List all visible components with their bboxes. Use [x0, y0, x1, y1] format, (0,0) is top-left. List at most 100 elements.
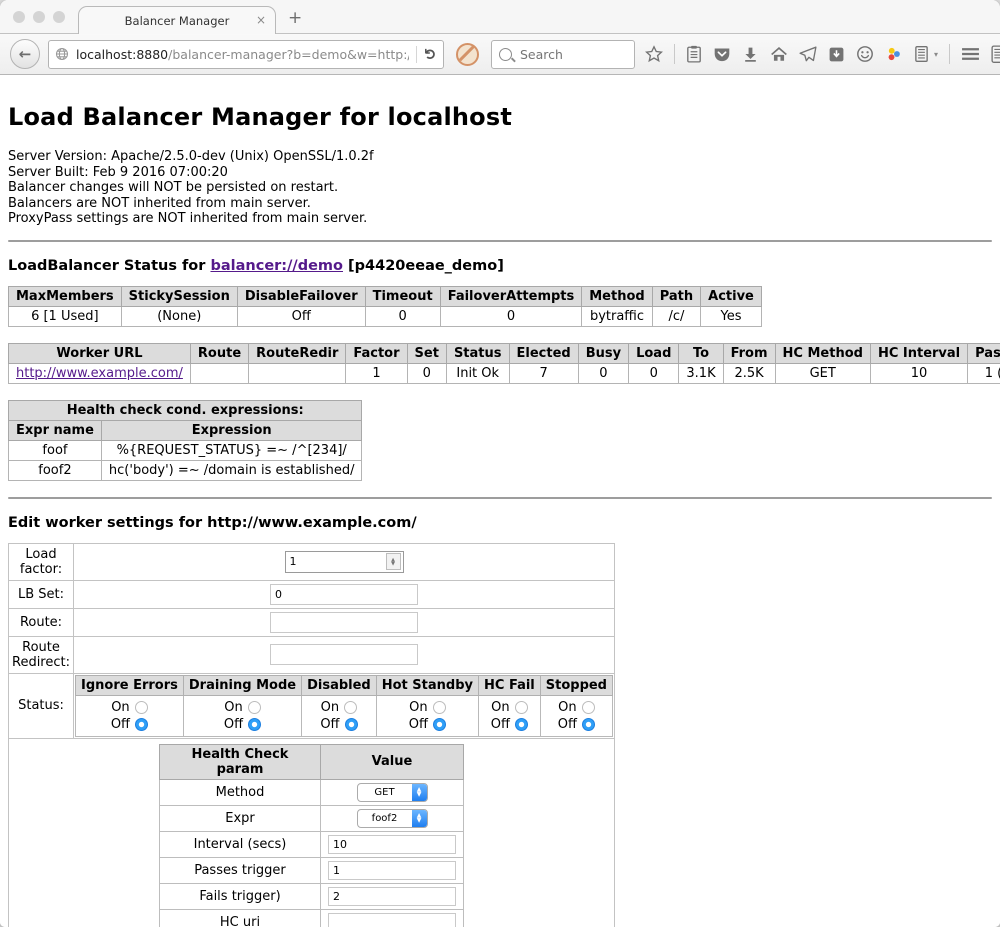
expr-label: Expr	[160, 805, 321, 831]
balancer-status-row: 6 [1 Used] (None) Off 0 0 bytraffic /c/ …	[9, 306, 762, 326]
tab-title: Balancer Manager	[125, 14, 230, 28]
new-tab-button[interactable]: +	[288, 8, 302, 28]
tab-balancer-manager[interactable]: Balancer Manager ×	[78, 6, 276, 34]
expr-row: foof %{REQUEST_STATUS} =~ /^[234]/	[9, 440, 362, 460]
chat-smiley-icon[interactable]	[856, 45, 874, 63]
select-stepper-icon: ▲▼	[412, 810, 427, 827]
status-ignore-errors: On Off	[76, 695, 184, 736]
search-bar[interactable]	[491, 40, 635, 69]
route-redirect-row: Route Redirect:	[9, 636, 615, 673]
blocked-content-icon[interactable]	[456, 43, 479, 66]
close-tab-icon[interactable]: ×	[256, 13, 266, 27]
back-button[interactable]: ←	[10, 39, 40, 69]
balancer-demo-link[interactable]: balancer://demo	[210, 258, 343, 274]
url-domain: localhost:8880	[76, 47, 168, 62]
expr-table-title: Health check cond. expressions:	[9, 400, 362, 420]
status-table: Ignore Errors Draining Mode Disabled Hot…	[75, 675, 613, 737]
number-stepper-icon[interactable]: ▲▼	[386, 553, 401, 570]
lb-set-label: LB Set:	[9, 580, 74, 608]
status-row: Status: Ignore Errors Draining Mode Disa…	[9, 673, 615, 738]
hc-uri-label: HC uri	[160, 909, 321, 927]
balancer-status-table: MaxMembers StickySession DisableFailover…	[8, 286, 762, 327]
radio-ignore-errors-off[interactable]	[135, 718, 148, 731]
divider	[8, 497, 992, 499]
interval-input[interactable]	[328, 835, 456, 854]
browser-window: Balancer Manager × + ← localhost:8880 /b…	[0, 0, 1000, 927]
health-check-param-row: Health Check param Value Method GET▲▼ Ex…	[9, 738, 615, 927]
route-redirect-input[interactable]	[270, 644, 418, 665]
home-icon[interactable]	[770, 46, 788, 63]
load-factor-label: Load factor:	[9, 543, 74, 580]
server-built: Server Built: Feb 9 2016 07:00:20	[8, 165, 992, 181]
toolbar-icons: ▾	[645, 44, 1000, 64]
caret-down-icon[interactable]: ▾	[934, 50, 938, 59]
download-icon[interactable]	[742, 46, 759, 63]
interval-label: Interval (secs)	[160, 831, 321, 857]
clipboard-icon[interactable]	[686, 45, 702, 63]
status-hc-fail: On Off	[479, 695, 541, 736]
globe-icon	[55, 47, 69, 61]
pocket-icon[interactable]	[713, 46, 731, 63]
route-redirect-label: Route Redirect:	[9, 636, 74, 673]
send-icon[interactable]	[799, 46, 817, 63]
sidebar-icon[interactable]	[914, 45, 929, 63]
fails-trigger-input[interactable]	[328, 887, 456, 906]
worker-table: Worker URL Route RouteRedir Factor Set S…	[8, 343, 1000, 384]
menu-icon[interactable]	[961, 46, 980, 62]
radio-stopped-off[interactable]	[582, 718, 595, 731]
method-label: Method	[160, 779, 321, 805]
status-stopped: On Off	[540, 695, 612, 736]
loadbalancer-status-heading: LoadBalancer Status for balancer://demo …	[8, 258, 992, 274]
bookmark-star-icon[interactable]	[645, 45, 663, 63]
expr-select[interactable]: foof2▲▼	[357, 809, 428, 828]
server-version: Server Version: Apache/2.5.0-dev (Unix) …	[8, 149, 992, 165]
url-bar[interactable]: localhost:8880 /balancer-manager?b=demo&…	[48, 40, 444, 69]
colored-dots-icon[interactable]	[885, 45, 903, 63]
save-panel-icon[interactable]	[828, 46, 845, 63]
route-label: Route:	[9, 608, 74, 636]
radio-hot-standby-on[interactable]	[433, 701, 446, 714]
minimize-window-button[interactable]	[33, 11, 45, 23]
radio-draining-mode-off[interactable]	[248, 718, 261, 731]
health-check-param-table: Health Check param Value Method GET▲▼ Ex…	[159, 744, 464, 927]
passes-trigger-input[interactable]	[328, 861, 456, 880]
worker-row: http://www.example.com/ 1 0 Init Ok 7 0 …	[9, 363, 1000, 383]
server-info: Server Version: Apache/2.5.0-dev (Unix) …	[8, 149, 992, 227]
divider	[8, 240, 992, 242]
hc-uri-input[interactable]	[328, 913, 456, 927]
route-row: Route:	[9, 608, 615, 636]
radio-disabled-on[interactable]	[344, 701, 357, 714]
fails-trigger-label: Fails trigger)	[160, 883, 321, 909]
reload-icon[interactable]: ↻	[422, 48, 440, 61]
status-label: Status:	[9, 673, 74, 738]
route-input[interactable]	[270, 612, 418, 633]
radio-stopped-on[interactable]	[582, 701, 595, 714]
method-select[interactable]: GET▲▼	[357, 783, 428, 802]
passes-trigger-label: Passes trigger	[160, 857, 321, 883]
health-check-expressions-table: Health check cond. expressions: Expr nam…	[8, 400, 362, 481]
radio-hc-fail-off[interactable]	[515, 718, 528, 731]
select-stepper-icon: ▲▼	[412, 784, 427, 801]
page-content: Load Balancer Manager for localhost Serv…	[0, 75, 1000, 927]
radio-ignore-errors-on[interactable]	[135, 701, 148, 714]
lb-set-row: LB Set:	[9, 580, 615, 608]
inherit-note: Balancers are NOT inherited from main se…	[8, 196, 992, 212]
search-input[interactable]	[518, 46, 612, 63]
apps-grid-icon[interactable]	[991, 45, 1000, 64]
window-controls	[13, 11, 65, 23]
proxypass-note: ProxyPass settings are NOT inherited fro…	[8, 211, 992, 227]
close-window-button[interactable]	[13, 11, 25, 23]
worker-url-link[interactable]: http://www.example.com/	[16, 366, 183, 381]
status-hot-standby: On Off	[376, 695, 478, 736]
zoom-window-button[interactable]	[53, 11, 65, 23]
tab-bar: Balancer Manager × +	[0, 0, 1000, 34]
lb-set-input[interactable]	[270, 584, 418, 605]
radio-hot-standby-off[interactable]	[433, 718, 446, 731]
load-factor-row: Load factor: ▲▼	[9, 543, 615, 580]
page-title: Load Balancer Manager for localhost	[8, 103, 992, 131]
load-factor-input[interactable]: ▲▼	[285, 551, 404, 573]
radio-draining-mode-on[interactable]	[248, 701, 261, 714]
radio-hc-fail-on[interactable]	[515, 701, 528, 714]
status-draining-mode: On Off	[183, 695, 301, 736]
radio-disabled-off[interactable]	[345, 718, 358, 731]
